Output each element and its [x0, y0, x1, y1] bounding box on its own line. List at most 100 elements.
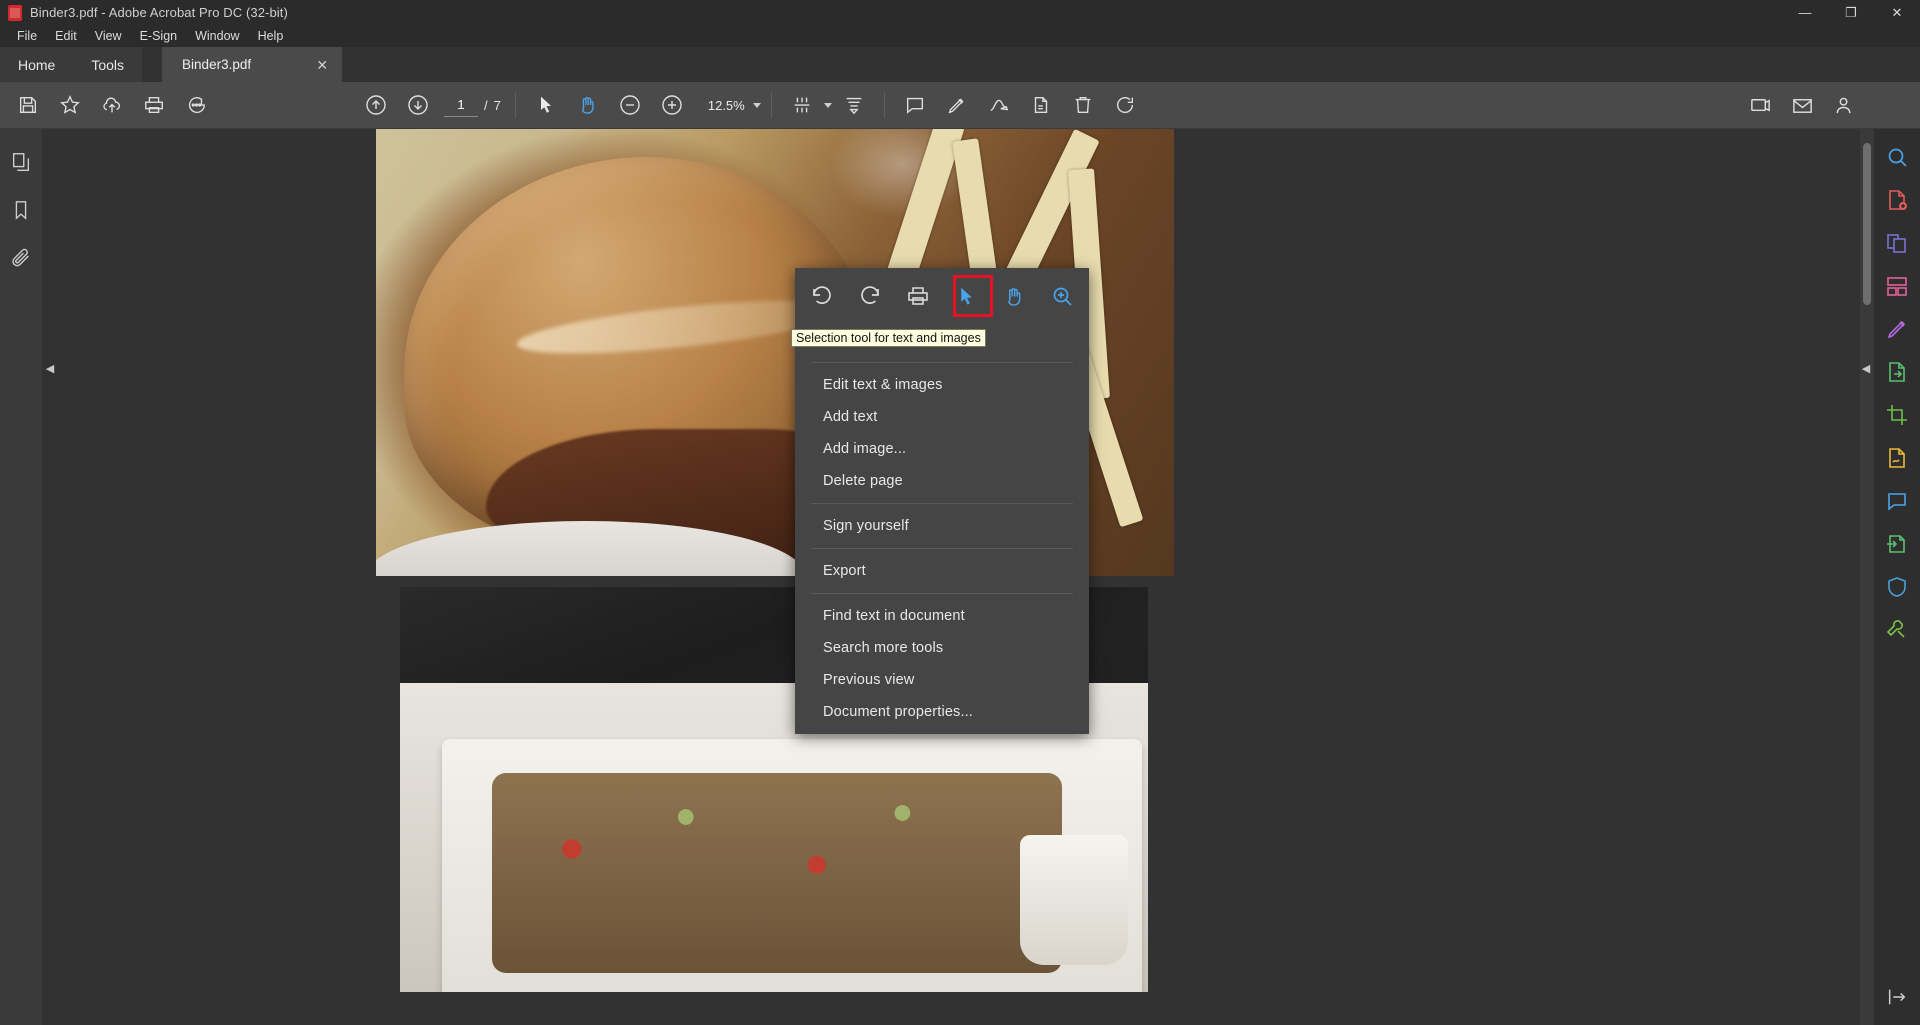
cursor-arrow-icon[interactable] [526, 85, 566, 125]
search-icon[interactable] [1879, 139, 1915, 175]
title-bar: Binder3.pdf - Adobe Acrobat Pro DC (32-b… [0, 0, 1920, 25]
edit-pdf-icon[interactable] [1879, 311, 1915, 347]
crop-pages-icon[interactable] [1879, 397, 1915, 433]
zoom-level-value: 12.5% [708, 98, 745, 113]
mail-icon[interactable] [1782, 85, 1822, 125]
menu-item-label: Document properties... [823, 704, 973, 720]
page-number-input[interactable] [444, 93, 478, 117]
comment-tool-icon[interactable] [1879, 483, 1915, 519]
arrow-down-circle-icon[interactable] [398, 85, 438, 125]
draw-icon[interactable] [979, 85, 1019, 125]
menu-item-edit-text-images[interactable]: Edit text & images [795, 369, 1089, 401]
menu-view[interactable]: View [86, 27, 131, 45]
more-tools-icon[interactable] [1879, 612, 1915, 648]
toolbar-divider-3 [884, 92, 885, 118]
zoom-level-selector[interactable]: 12.5% [708, 98, 761, 113]
organize-pages-icon[interactable] [1879, 268, 1915, 304]
document-tab[interactable]: Binder3.pdf ✕ [162, 47, 342, 82]
menu-bar: File Edit View E-Sign Window Help [0, 25, 1920, 47]
selection-tool-icon[interactable] [947, 277, 985, 315]
right-tools-rail [1874, 129, 1920, 1025]
minus-circle-icon[interactable] [610, 85, 650, 125]
share-link-icon[interactable] [1740, 85, 1780, 125]
menu-divider-3 [811, 548, 1073, 549]
fill-sign-icon[interactable] [1879, 440, 1915, 476]
page-separator: / [484, 98, 488, 113]
toolbar-left-group [0, 85, 216, 125]
scrollbar-thumb[interactable] [1863, 143, 1871, 305]
menu-item-find-text-in-document[interactable]: Find text in document [795, 600, 1089, 632]
tab-home[interactable]: Home [0, 47, 73, 82]
menu-window[interactable]: Window [186, 27, 248, 45]
upload-cloud-icon[interactable] [92, 85, 132, 125]
rotate-clockwise-icon[interactable] [851, 277, 889, 315]
bookmarks-icon[interactable] [4, 193, 38, 227]
plus-circle-icon[interactable] [652, 85, 692, 125]
chevron-down-icon[interactable] [753, 103, 761, 108]
menu-item-delete-page[interactable]: Delete page [795, 465, 1089, 497]
print-icon[interactable] [134, 85, 174, 125]
hand-tool-icon[interactable] [995, 277, 1033, 315]
comment-icon[interactable] [895, 85, 935, 125]
left-navigation-rail [0, 129, 42, 1025]
menu-help[interactable]: Help [249, 27, 293, 45]
create-pdf-icon[interactable] [1879, 182, 1915, 218]
fit-options-chevron-icon[interactable] [824, 103, 832, 108]
menu-item-label: Export [823, 563, 866, 579]
window-title: Binder3.pdf - Adobe Acrobat Pro DC (32-b… [30, 5, 288, 20]
comment-search-icon[interactable] [176, 85, 216, 125]
context-menu-toolbar [795, 268, 1089, 324]
protect-icon[interactable] [1879, 569, 1915, 605]
menu-item-previous-view[interactable]: Previous view [795, 664, 1089, 696]
arrow-up-circle-icon[interactable] [356, 85, 396, 125]
export-pdf-icon[interactable] [1879, 354, 1915, 390]
rotate-icon[interactable] [1105, 85, 1145, 125]
minimize-button[interactable]: — [1782, 0, 1828, 25]
left-panel-collapse-icon[interactable]: ◀ [42, 351, 58, 385]
menu-item-label: Find text in document [823, 608, 965, 624]
menu-item-document-properties[interactable]: Document properties... [795, 696, 1089, 728]
hand-icon[interactable] [568, 85, 608, 125]
right-panel-collapse-icon[interactable]: ◀ [1858, 351, 1874, 385]
highlight-pen-icon[interactable] [937, 85, 977, 125]
menu-esign[interactable]: E-Sign [131, 27, 187, 45]
send-for-signature-icon[interactable] [1879, 526, 1915, 562]
fit-page-icon[interactable] [782, 85, 822, 125]
vertical-scrollbar[interactable] [1860, 129, 1874, 1025]
menu-item-add-text[interactable]: Add text [795, 401, 1089, 433]
menu-item-export[interactable]: Export [795, 555, 1089, 587]
menu-divider-2 [811, 503, 1073, 504]
attachments-icon[interactable] [4, 241, 38, 275]
menu-item-add-image[interactable]: Add image... [795, 433, 1089, 465]
person-share-icon[interactable] [1824, 85, 1864, 125]
toolbar-divider-1 [515, 92, 516, 118]
menu-file[interactable]: File [8, 27, 46, 45]
close-button[interactable]: ✕ [1874, 0, 1920, 25]
expand-panel-icon[interactable] [1879, 979, 1915, 1015]
zoom-tool-icon[interactable] [1043, 277, 1081, 315]
acrobat-window: Binder3.pdf - Adobe Acrobat Pro DC (32-b… [0, 0, 1920, 1025]
food-contents [492, 773, 1062, 973]
menu-item-label: Edit text & images [823, 377, 943, 393]
page-thumbnails-icon[interactable] [4, 145, 38, 179]
save-icon[interactable] [8, 85, 48, 125]
toolbar-divider-2 [771, 92, 772, 118]
main-toolbar: / 7 12.5% [0, 82, 1920, 129]
maximize-button[interactable]: ❐ [1828, 0, 1874, 25]
menu-item-label: Delete page [823, 473, 903, 489]
delete-icon[interactable] [1063, 85, 1103, 125]
scroll-mode-icon[interactable] [834, 85, 874, 125]
menu-item-search-more-tools[interactable]: Search more tools [795, 632, 1089, 664]
menu-divider-4 [811, 593, 1073, 594]
toolbar-right-group [1740, 85, 1864, 125]
stamp-icon[interactable] [1021, 85, 1061, 125]
menu-item-label: Previous view [823, 672, 914, 688]
close-tab-icon[interactable]: ✕ [316, 58, 328, 72]
tab-tools[interactable]: Tools [73, 47, 142, 82]
menu-item-sign-yourself[interactable]: Sign yourself [795, 510, 1089, 542]
combine-files-icon[interactable] [1879, 225, 1915, 261]
menu-edit[interactable]: Edit [46, 27, 86, 45]
star-icon[interactable] [50, 85, 90, 125]
print-icon[interactable] [899, 277, 937, 315]
rotate-counterclockwise-icon[interactable] [803, 277, 841, 315]
